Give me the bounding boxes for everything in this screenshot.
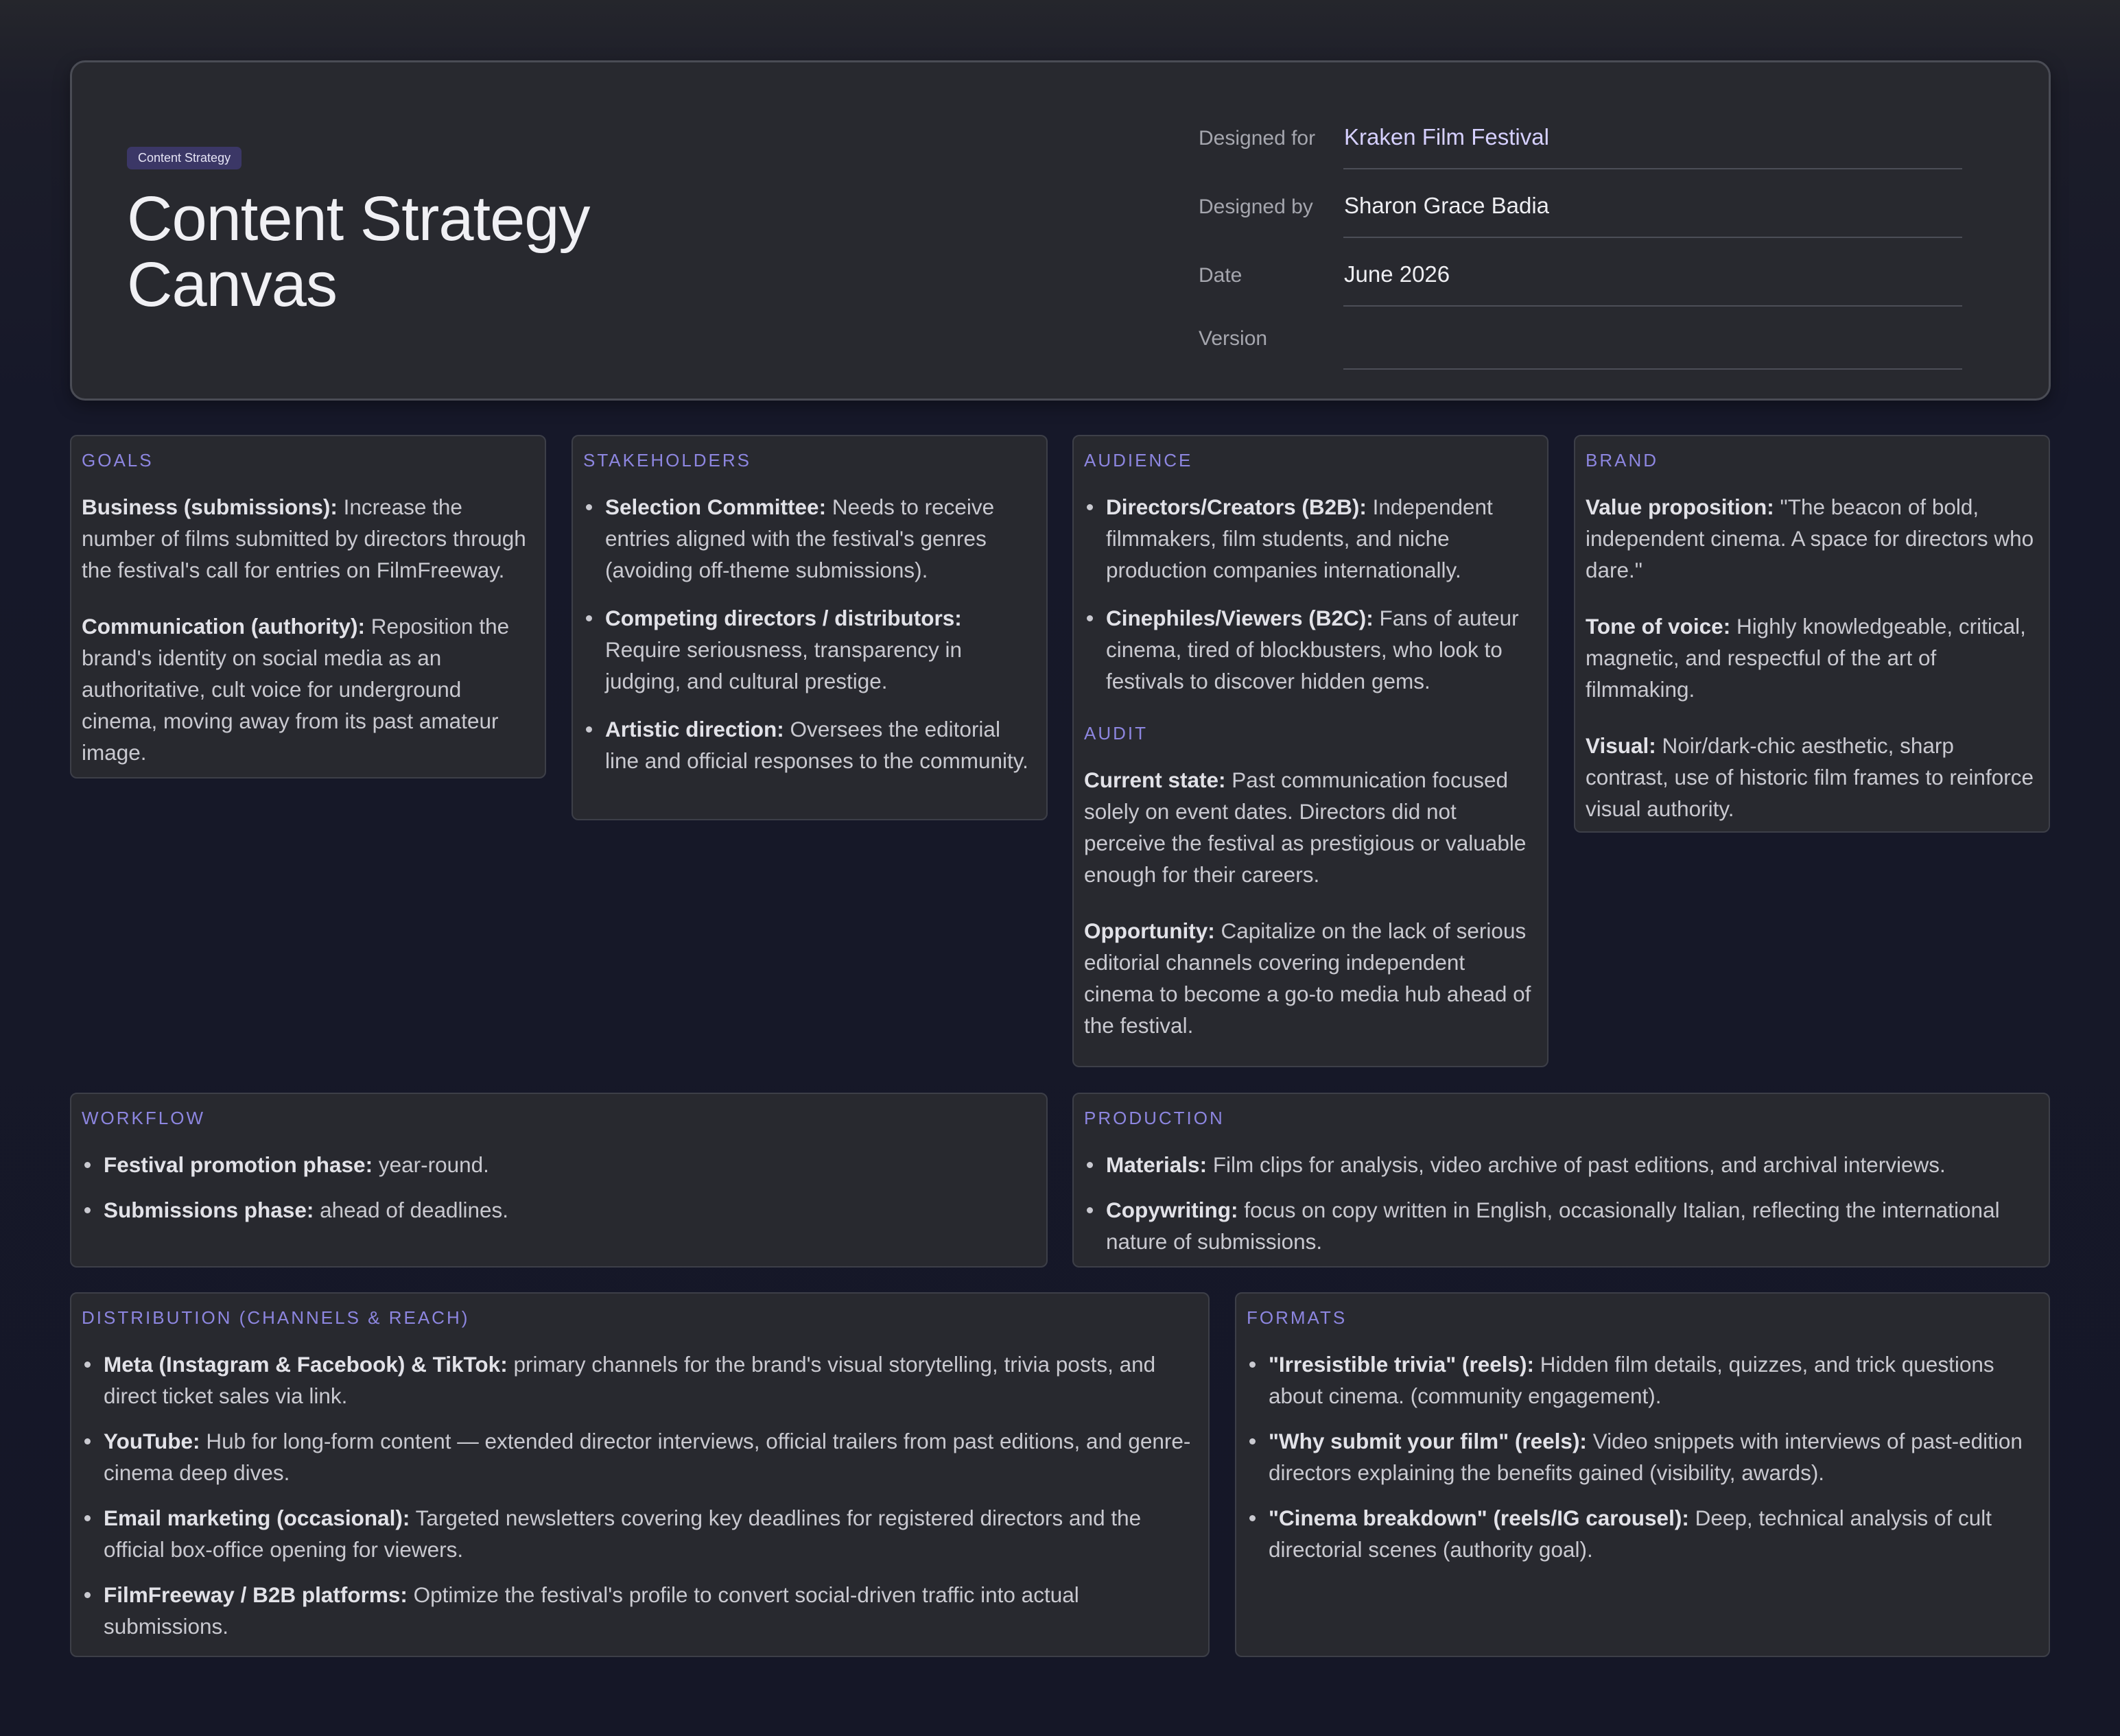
meta-row-date: Date June 2026 xyxy=(1199,249,1962,318)
audit-item: Opportunity: Capitalize on the lack of s… xyxy=(1084,918,1531,1038)
list-item: FilmFreeway / B2B platforms: Optimize th… xyxy=(82,1579,1197,1642)
list-item: YouTube: Hub for long-form content — ext… xyxy=(82,1425,1197,1488)
stakeholders-list: Selection Committee: Needs to receive en… xyxy=(583,491,1035,776)
list-item: Selection Committee: Needs to receive en… xyxy=(583,491,1035,586)
card-title: AUDIENCE xyxy=(1084,450,1193,471)
goals-card: GOALS Business (submissions): Increase t… xyxy=(70,435,546,778)
meta-row-designed-for: Designed for Kraken Film Festival xyxy=(1199,112,1962,180)
brand-item: Tone of voice: Highly knowledgeable, cri… xyxy=(1586,614,2026,702)
meta-label: Designed by xyxy=(1199,195,1313,218)
list-item: Copywriting: focus on copy written in En… xyxy=(1084,1194,2038,1257)
header-card: Content Strategy Content Strategy Canvas… xyxy=(70,60,2051,401)
card-title: WORKFLOW xyxy=(82,1108,205,1128)
page-title: Content Strategy Canvas xyxy=(127,184,590,320)
category-badge: Content Strategy xyxy=(127,147,242,169)
field-underline xyxy=(1343,237,1962,238)
meta-label: Date xyxy=(1199,264,1242,287)
formats-list: "Irresistible trivia" (reels): Hidden fi… xyxy=(1247,1348,2038,1565)
list-item: Submissions phase: ahead of deadlines. xyxy=(82,1194,1035,1226)
field-underline xyxy=(1343,305,1962,307)
card-title: FORMATS xyxy=(1247,1307,1347,1328)
list-item: Email marketing (occasional): Targeted n… xyxy=(82,1502,1197,1565)
formats-card: FORMATS "Irresistible trivia" (reels): H… xyxy=(1235,1292,2050,1657)
meta-row-version: Version xyxy=(1199,312,1962,381)
workflow-list: Festival promotion phase: year-round. Su… xyxy=(82,1149,1035,1226)
list-item: Meta (Instagram & Facebook) & TikTok: pr… xyxy=(82,1348,1197,1412)
date-field[interactable]: June 2026 xyxy=(1344,261,1450,287)
brand-item: Visual: Noir/dark-chic aesthetic, sharp … xyxy=(1586,733,2034,821)
brand-item: Value proposition: "The beacon of bold, … xyxy=(1586,495,2034,582)
brand-card: BRAND Value proposition: "The beacon of … xyxy=(1574,435,2050,833)
field-underline xyxy=(1343,168,1962,169)
meta-label: Designed for xyxy=(1199,127,1316,150)
list-item: "Cinema breakdown" (reels/IG carousel): … xyxy=(1247,1502,2038,1565)
designed-for-field[interactable]: Kraken Film Festival xyxy=(1344,124,1549,150)
list-item: Cinephiles/Viewers (B2C): Fans of auteur… xyxy=(1084,602,1536,697)
meta-label: Version xyxy=(1199,327,1268,350)
production-card: PRODUCTION Materials: Film clips for ana… xyxy=(1072,1093,2050,1268)
audience-card: AUDIENCE Directors/Creators (B2B): Indep… xyxy=(1072,435,1548,1067)
stakeholders-card: STAKEHOLDERS Selection Committee: Needs … xyxy=(572,435,1048,820)
list-item: Directors/Creators (B2B): Independent fi… xyxy=(1084,491,1536,586)
list-item: Materials: Film clips for analysis, vide… xyxy=(1084,1149,2038,1180)
card-title: GOALS xyxy=(82,450,154,471)
card-title: BRAND xyxy=(1586,450,1659,471)
meta-fields: Designed for Kraken Film Festival Design… xyxy=(1199,112,1962,386)
audit-title: AUDIT xyxy=(1084,723,1148,744)
distribution-list: Meta (Instagram & Facebook) & TikTok: pr… xyxy=(82,1348,1197,1642)
goal-item: Business (submissions): Increase the num… xyxy=(82,495,526,582)
goal-item: Communication (authority): Reposition th… xyxy=(82,614,510,765)
list-item: Competing directors / distributors: Requ… xyxy=(583,602,1035,697)
field-underline xyxy=(1343,368,1962,370)
card-title: DISTRIBUTION (CHANNELS & REACH) xyxy=(82,1307,470,1328)
distribution-card: DISTRIBUTION (CHANNELS & REACH) Meta (In… xyxy=(70,1292,1210,1657)
workflow-card: WORKFLOW Festival promotion phase: year-… xyxy=(70,1093,1048,1268)
list-item: Artistic direction: Oversees the editori… xyxy=(583,713,1035,776)
meta-row-designed-by: Designed by Sharon Grace Badia xyxy=(1199,180,1962,249)
audit-item: Current state: Past communication focuse… xyxy=(1084,768,1527,887)
designed-by-field[interactable]: Sharon Grace Badia xyxy=(1344,193,1549,219)
list-item: "Irresistible trivia" (reels): Hidden fi… xyxy=(1247,1348,2038,1412)
card-title: PRODUCTION xyxy=(1084,1108,1225,1128)
list-item: Festival promotion phase: year-round. xyxy=(82,1149,1035,1180)
audience-list: Directors/Creators (B2B): Independent fi… xyxy=(1084,491,1536,697)
list-item: "Why submit your film" (reels): Video sn… xyxy=(1247,1425,2038,1488)
card-title: STAKEHOLDERS xyxy=(583,450,752,471)
production-list: Materials: Film clips for analysis, vide… xyxy=(1084,1149,2038,1257)
